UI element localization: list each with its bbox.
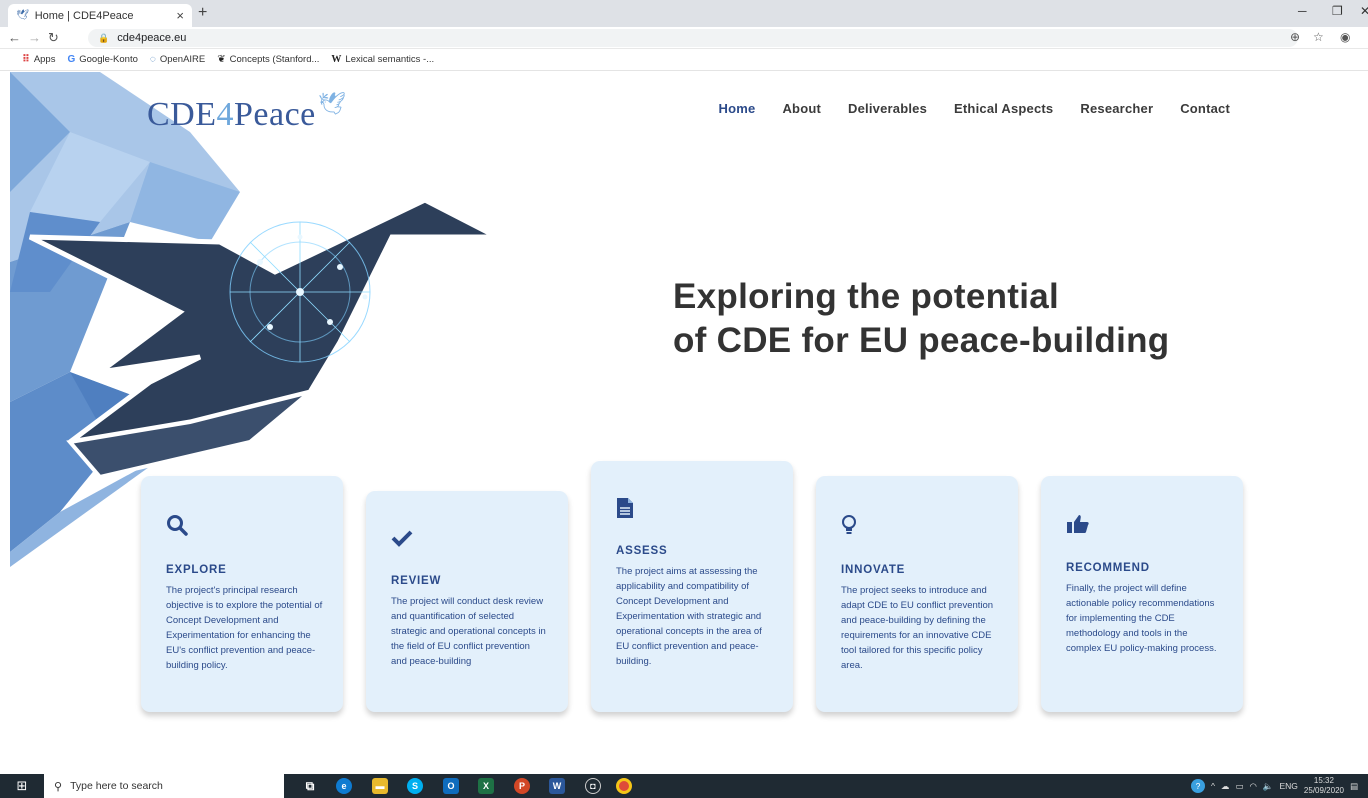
powerpoint-icon[interactable]: P <box>514 778 530 794</box>
nav-researcher[interactable]: Researcher <box>1080 101 1153 116</box>
card-recommend: RECOMMEND Finally, the project will defi… <box>1041 476 1243 712</box>
system-tray: ? ^ ☁ ▭ ◠ 🔈 ENG 15:32 25/09/2020 ▤ <box>1190 774 1358 798</box>
bookmark-label: Apps <box>33 54 56 65</box>
site-favicon-icon: 🕊 <box>16 10 29 21</box>
lock-app-icon[interactable]: ◘ <box>585 778 601 794</box>
wifi-icon[interactable]: ◠ <box>1249 781 1256 792</box>
lightbulb-icon <box>841 514 998 542</box>
main-navigation: Home About Deliverables Ethical Aspects … <box>719 101 1230 116</box>
browser-tab-strip: 🕊 Home | CDE4Peace × + ─ ❐ ✕ <box>0 0 1368 27</box>
file-explorer-icon[interactable]: ▬ <box>372 778 388 794</box>
apps-grid-icon: ⠿ <box>22 54 30 65</box>
bookmark-google-konto[interactable]: G Google-Konto <box>67 54 137 65</box>
card-innovate: INNOVATE The project seeks to introduce … <box>816 476 1018 712</box>
card-text: Finally, the project will define actiona… <box>1066 583 1217 654</box>
clock[interactable]: 15:32 25/09/2020 <box>1304 776 1344 796</box>
bookmark-lexical-semantics[interactable]: W Lexical semantics -... <box>331 54 434 65</box>
clock-time: 15:32 <box>1313 776 1334 785</box>
new-tab-button[interactable]: + <box>198 4 207 22</box>
tray-chevron-icon[interactable]: ^ <box>1211 781 1215 791</box>
lock-icon: 🔒 <box>98 32 110 43</box>
clock-date: 25/09/2020 <box>1303 786 1344 795</box>
nav-contact[interactable]: Contact <box>1180 101 1230 116</box>
zoom-icon[interactable]: ⊕ <box>1290 30 1300 44</box>
card-review: REVIEW The project will conduct desk rev… <box>366 491 568 712</box>
logo-text-four: 4 <box>216 96 234 133</box>
site-logo[interactable]: CDE4Peace🕊 <box>147 91 346 134</box>
checkmark-icon <box>391 529 548 553</box>
card-title: ASSESS <box>616 545 668 557</box>
tab-title: Home | CDE4Peace <box>34 9 134 22</box>
word-icon[interactable]: W <box>549 778 565 794</box>
bookmark-star-icon[interactable]: ☆ <box>1313 30 1324 44</box>
profile-icon[interactable]: ◉ <box>1340 30 1350 44</box>
card-text: The project seeks to introduce and adapt… <box>841 585 994 671</box>
url-text: cde4peace.eu <box>117 32 187 44</box>
taskbar-search-placeholder: Type here to search <box>70 780 163 792</box>
card-assess: ASSESS The project aims at assessing the… <box>591 461 793 712</box>
logo-text-peace: Peace <box>234 96 316 133</box>
web-page: CDE4Peace🕊 Home About Deliverables Ethic… <box>0 72 1368 774</box>
dove-logo-icon: 🕊 <box>317 91 347 116</box>
bookmarks-bar: ⠿ Apps G Google-Konto ◌ OpenAIRE ❦ Conce… <box>0 49 1368 71</box>
google-icon: G <box>67 54 76 65</box>
volume-icon[interactable]: 🔈 <box>1263 781 1274 792</box>
nav-ethical-aspects[interactable]: Ethical Aspects <box>954 101 1053 116</box>
hero-heading-line2: of CDE for EU peace-building <box>673 321 1170 360</box>
bookmark-apps[interactable]: ⠿ Apps <box>22 54 55 65</box>
language-indicator[interactable]: ENG <box>1280 781 1298 791</box>
edge-browser-icon[interactable]: e <box>336 778 352 794</box>
bookmark-label: Google-Konto <box>79 54 138 65</box>
browser-tab[interactable]: 🕊 Home | CDE4Peace × <box>8 4 192 27</box>
notifications-icon[interactable]: ▤ <box>1350 781 1358 792</box>
nav-about[interactable]: About <box>782 101 821 116</box>
card-title: EXPLORE <box>166 564 227 576</box>
windows-start-icon[interactable]: ⊞ <box>0 774 44 798</box>
task-view-icon[interactable]: ⧉ <box>302 778 318 794</box>
onedrive-icon[interactable]: ☁ <box>1221 781 1230 792</box>
excel-icon[interactable]: X <box>478 778 494 794</box>
bookmark-label: Lexical semantics -... <box>345 54 435 65</box>
bookmark-label: OpenAIRE <box>159 54 206 65</box>
hero-heading-line1: Exploring the potential <box>673 277 1060 316</box>
minimize-icon[interactable]: ─ <box>1298 4 1307 18</box>
card-text: The project will conduct desk review and… <box>391 596 546 667</box>
thumbs-up-icon <box>1066 514 1223 540</box>
windows-taskbar: ⊞ ⚲ Type here to search ⧉ e ▬ S O X P W … <box>0 774 1368 798</box>
logo-text-cde: CDE <box>147 96 217 133</box>
restore-icon[interactable]: ❐ <box>1332 4 1343 18</box>
reload-icon[interactable]: ↻ <box>48 30 59 46</box>
close-window-icon[interactable]: ✕ <box>1360 4 1368 18</box>
openaire-icon: ◌ <box>149 54 156 65</box>
document-icon <box>616 497 773 525</box>
card-title: REVIEW <box>391 575 442 587</box>
nav-deliverables[interactable]: Deliverables <box>848 101 927 116</box>
skype-icon[interactable]: S <box>407 778 423 794</box>
back-icon[interactable]: ← <box>8 30 21 45</box>
bookmark-label: Concepts (Stanford... <box>229 54 320 65</box>
card-text: The project aims at assessing the applic… <box>616 566 762 667</box>
card-text: The project's principal research objecti… <box>166 585 323 671</box>
card-title: INNOVATE <box>841 564 906 576</box>
nav-home[interactable]: Home <box>719 101 756 116</box>
taskbar-search-box[interactable]: ⚲ Type here to search <box>44 774 284 798</box>
hero-heading: Exploring the potential of CDE for EU pe… <box>673 275 1273 363</box>
card-title: RECOMMEND <box>1066 562 1150 574</box>
bookmark-concepts[interactable]: ❦ Concepts (Stanford... <box>217 54 319 65</box>
search-icon <box>166 514 323 542</box>
bookmark-openaire[interactable]: ◌ OpenAIRE <box>150 54 205 65</box>
url-field[interactable]: 🔒 cde4peace.eu <box>88 29 1298 47</box>
wikipedia-icon: W <box>331 54 342 65</box>
address-bar: ← → ↻ 🔒 cde4peace.eu ⊕ ☆ ◉ <box>0 27 1368 49</box>
battery-icon[interactable]: ▭ <box>1235 781 1243 792</box>
taskbar-search-icon: ⚲ <box>54 780 63 793</box>
chrome-icon[interactable] <box>616 778 632 794</box>
outlook-icon[interactable]: O <box>443 778 459 794</box>
feather-icon: ❦ <box>217 54 226 65</box>
help-icon[interactable]: ? <box>1190 779 1205 793</box>
tab-close-icon[interactable]: × <box>176 8 184 23</box>
forward-icon[interactable]: → <box>28 30 41 45</box>
card-explore: EXPLORE The project's principal research… <box>141 476 343 712</box>
